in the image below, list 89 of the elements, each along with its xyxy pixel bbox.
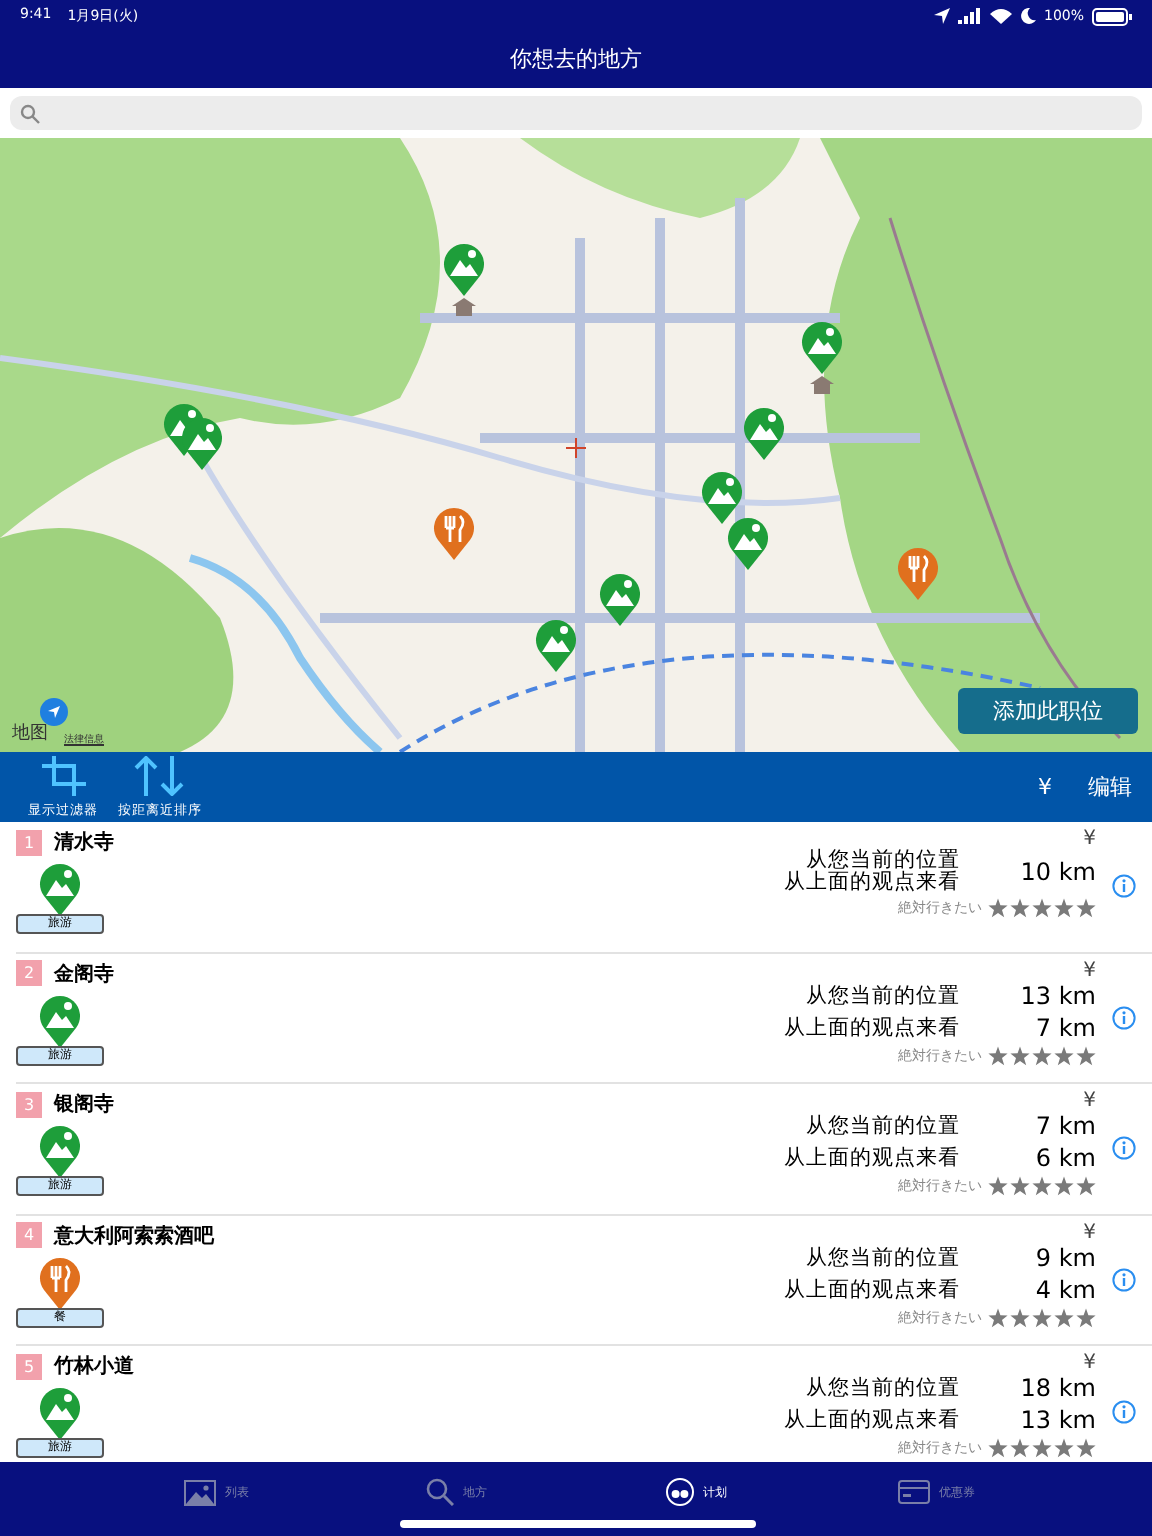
wifi-icon [989,8,1012,24]
distance-label: 从您当前的位置 [806,850,960,872]
filled-star-icon [1076,1307,1096,1327]
distance-value: 6 km [1033,1144,1096,1172]
distance-label: 从上面的观点来看 [784,1144,960,1172]
filled-star-icon [988,1438,1008,1458]
filled-star-icon [988,1045,1008,1065]
search-icon [425,1478,453,1506]
mountain-pin-icon [38,1124,82,1180]
filled-star-icon [1076,898,1096,918]
number-badge: 1 [16,829,42,855]
add-location-button[interactable]: 添加此职位 [958,688,1138,734]
number-badge: 5 [16,1353,42,1379]
sort-arrows-icon [134,755,186,795]
filled-star-icon [1054,898,1074,918]
mountain-pin-icon [38,862,82,918]
info-icon[interactable] [1112,1005,1136,1030]
distance-value: 7 km [1033,1013,1096,1041]
info-icon[interactable] [1112,874,1136,899]
distance-label: 从上面的观点来看 [784,1406,960,1434]
distance-value: 13 km [1018,1406,1096,1434]
price-level: ¥ [1083,1090,1096,1112]
place-name: 意大利阿索索酒吧 [54,1223,214,1249]
filled-star-icon [988,898,1008,918]
screen-title: 你想去的地方 [510,43,642,73]
moon-icon [1019,8,1036,24]
number-badge: 4 [16,1222,42,1248]
filled-star-icon [1010,1307,1030,1327]
filled-star-icon [988,1307,1008,1327]
info-icon[interactable] [1112,1136,1136,1161]
mountain-pin-icon [38,993,82,1049]
price-level: ¥ [1083,1221,1096,1243]
distance-label: 从您当前的位置 [804,1112,960,1140]
filled-star-icon [1076,1438,1096,1458]
distance-label: 从上面的观点来看 [784,872,960,894]
place-name: 竹林小道 [54,1353,134,1380]
price-level: ¥ [1083,959,1096,981]
filled-star-icon [1054,1438,1074,1458]
number-badge: 3 [16,1091,42,1117]
battery-icon [1092,7,1132,25]
card-icon [897,1480,929,1504]
price-level: ¥ [1083,828,1096,850]
currency-button[interactable]: ¥ [1038,772,1052,802]
price-level: ¥ [1083,1352,1096,1374]
crosshair-icon [566,438,586,458]
edit-button[interactable]: 编辑 [1088,772,1132,802]
mountain-pin-icon [38,1386,82,1442]
filled-star-icon [1032,898,1052,918]
filled-star-icon [1010,1176,1030,1196]
filled-star-icon [1010,1438,1030,1458]
distance-value: 7 km [1033,1112,1096,1140]
place-name: 清水寺 [54,829,114,856]
number-badge: 2 [16,960,42,986]
filled-star-icon [1032,1176,1052,1196]
distance-value: 18 km [1018,1374,1096,1402]
info-icon[interactable] [1112,1399,1136,1424]
distance-value: 9 km [1033,1243,1096,1271]
distance-value: 13 km [1018,981,1096,1009]
distance-label: 从上面的观点来看 [784,1013,960,1041]
filled-star-icon [1076,1045,1096,1065]
search-icon [20,103,40,123]
filled-star-icon [988,1176,1008,1196]
filled-star-icon [1010,1045,1030,1065]
location-arrow-icon [933,8,950,24]
signal-icon [957,8,982,24]
distance-label: 从上面的观点来看 [784,1275,960,1303]
info-icon[interactable] [1112,1267,1136,1292]
distance-value: 10 km [1018,861,1096,883]
place-name: 金阁寺 [54,961,114,987]
distance-value: 4 km [1033,1275,1096,1303]
fork-knife-pin-icon [38,1255,82,1311]
binoculars-icon [665,1478,693,1506]
filled-star-icon [1054,1176,1074,1196]
distance-label: 从您当前的位置 [804,1243,960,1271]
filled-star-icon [1032,1438,1052,1458]
filled-star-icon [1032,1307,1052,1327]
maps-logo: 地图 [12,721,48,746]
filled-star-icon [1054,1307,1074,1327]
filled-star-icon [1010,898,1030,918]
crop-icon [41,755,85,795]
image-icon [183,1479,215,1505]
distance-label: 从您当前的位置 [804,981,960,1009]
place-name: 银阁寺 [54,1091,114,1118]
distance-label: 从您当前的位置 [804,1374,960,1402]
location-button-icon[interactable] [40,698,68,726]
filled-star-icon [1032,1045,1052,1065]
search-field[interactable] [10,96,1142,130]
filled-star-icon [1054,1045,1074,1065]
filled-star-icon [1076,1176,1096,1196]
